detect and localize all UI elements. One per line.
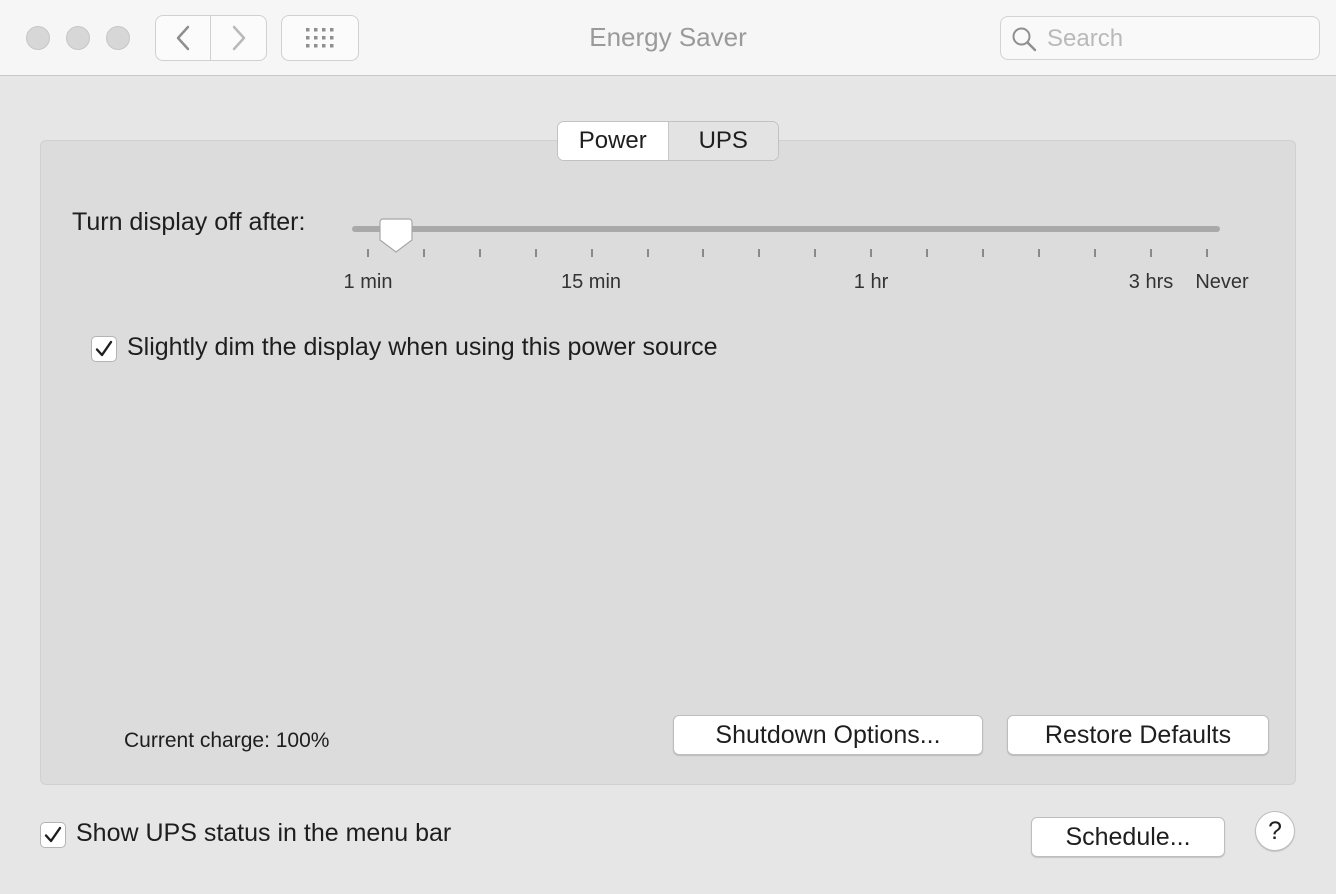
tab-bar: Power UPS: [557, 121, 779, 161]
slider-tick: [814, 249, 817, 257]
tick-label-1-hr: 1 hr: [853, 271, 889, 293]
display-sleep-slider-track[interactable]: [352, 226, 1220, 232]
show-ups-status-checkbox[interactable]: [40, 822, 66, 848]
checkmark-icon: [95, 340, 113, 357]
slider-tick: [478, 249, 481, 257]
search-icon: [1012, 27, 1037, 52]
slider-tick: [590, 249, 593, 257]
schedule-button[interactable]: Schedule...: [1031, 817, 1225, 857]
search-input[interactable]: [1045, 22, 1309, 56]
tab-ups[interactable]: UPS: [667, 122, 778, 160]
search-field[interactable]: [1000, 16, 1320, 60]
dim-display-checkbox[interactable]: [91, 336, 117, 362]
restore-defaults-button[interactable]: Restore Defaults: [1007, 715, 1269, 755]
slider-tick: [926, 249, 928, 257]
tick-label-never: Never: [1195, 271, 1249, 293]
title-bar: Energy Saver: [0, 0, 1336, 76]
slider-tick: [422, 249, 425, 257]
tick-label-15-min: 15 min: [560, 271, 622, 293]
show-ups-status-label: Show UPS status in the menu bar: [76, 819, 452, 847]
display-sleep-label: Turn display off after:: [72, 208, 306, 236]
help-button[interactable]: ?: [1255, 811, 1295, 851]
tab-power[interactable]: Power: [558, 122, 668, 160]
shutdown-options-button[interactable]: Shutdown Options...: [673, 715, 983, 755]
slider-tick: [702, 249, 705, 257]
tick-label-1-min: 1 min: [343, 271, 393, 293]
dim-display-label: Slightly dim the display when using this…: [127, 333, 718, 361]
slider-tick: [981, 249, 984, 257]
slider-tick: [758, 249, 761, 257]
slider-tick: [1205, 249, 1208, 257]
current-charge-text: Current charge: 100%: [124, 729, 330, 752]
display-sleep-slider-thumb[interactable]: [379, 218, 413, 254]
checkmark-icon: [44, 826, 62, 843]
slider-tick: [367, 249, 369, 257]
slider-tick: [646, 249, 649, 257]
slider-tick: [534, 249, 537, 257]
slider-tick: [1037, 249, 1040, 257]
slider-tick: [870, 249, 873, 257]
slider-tick: [1149, 249, 1152, 257]
slider-tick: [1093, 249, 1096, 257]
tick-label-3-hrs: 3 hrs: [1128, 271, 1174, 293]
